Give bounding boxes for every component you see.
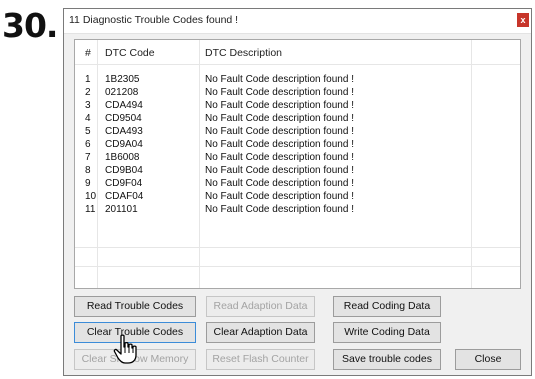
dtc-code: CD9B04	[105, 165, 143, 176]
row-number: 9	[85, 178, 91, 189]
dtc-description: No Fault Code description found !	[205, 152, 354, 163]
dtc-code: CDA494	[105, 100, 143, 111]
step-number: 30.	[2, 6, 58, 45]
dtc-description: No Fault Code description found !	[205, 204, 354, 215]
row-number: 6	[85, 139, 91, 150]
read-trouble-codes-button[interactable]: Read Trouble Codes	[74, 296, 196, 317]
hand-pointer-icon	[113, 334, 137, 364]
row-divider	[75, 247, 520, 248]
dtc-description: No Fault Code description found !	[205, 191, 354, 202]
table-row[interactable]: 6 CD9A04 No Fault Code description found !	[75, 138, 520, 151]
close-icon[interactable]: x	[517, 13, 529, 27]
dtc-code: CDAF04	[105, 191, 144, 202]
dtc-code: CD9F04	[105, 178, 143, 189]
dtc-description: No Fault Code description found !	[205, 139, 354, 150]
read-adaption-data-button[interactable]: Read Adaption Data	[206, 296, 315, 317]
table-row[interactable]: 2 021208 No Fault Code description found !	[75, 86, 520, 99]
dtc-description: No Fault Code description found !	[205, 165, 354, 176]
dtc-description: No Fault Code description found !	[205, 178, 354, 189]
dtc-dialog: 11 Diagnostic Trouble Codes found ! x # …	[63, 8, 532, 376]
row-number: 2	[85, 87, 91, 98]
dtc-description: No Fault Code description found !	[205, 100, 354, 111]
row-number: 7	[85, 152, 91, 163]
row-number: 4	[85, 113, 91, 124]
table-row[interactable]: 7 1B6008 No Fault Code description found !	[75, 151, 520, 164]
table-row[interactable]: 1 1B2305 No Fault Code description found !	[75, 73, 520, 86]
save-trouble-codes-button[interactable]: Save trouble codes	[333, 349, 441, 370]
write-coding-data-button[interactable]: Write Coding Data	[333, 322, 441, 343]
table-row[interactable]: 8 CD9B04 No Fault Code description found !	[75, 164, 520, 177]
row-number: 1	[85, 74, 91, 85]
reset-flash-counter-button[interactable]: Reset Flash Counter	[206, 349, 315, 370]
title-bar: 11 Diagnostic Trouble Codes found ! x	[64, 9, 531, 34]
dtc-code: 201101	[105, 204, 138, 215]
dtc-code: 021208	[105, 87, 139, 98]
read-coding-data-button[interactable]: Read Coding Data	[333, 296, 441, 317]
dtc-code: 1B2305	[105, 74, 140, 85]
table-row[interactable]: 5 CDA493 No Fault Code description found !	[75, 125, 520, 138]
table-row[interactable]: 3 CDA494 No Fault Code description found !	[75, 99, 520, 112]
row-number: 5	[85, 126, 91, 137]
column-header-dtc-description[interactable]: DTC Description	[205, 47, 282, 59]
header-divider	[75, 64, 520, 65]
dtc-description: No Fault Code description found !	[205, 87, 354, 98]
dtc-description: No Fault Code description found !	[205, 113, 354, 124]
dtc-code: CD9A04	[105, 139, 143, 150]
row-number: 11	[85, 204, 96, 215]
row-number: 10	[85, 191, 97, 202]
dtc-code: 1B6008	[105, 152, 140, 163]
dtc-description: No Fault Code description found !	[205, 126, 354, 137]
window-title: 11 Diagnostic Trouble Codes found !	[69, 14, 239, 26]
close-button[interactable]: Close	[455, 349, 521, 370]
dtc-description: No Fault Code description found !	[205, 74, 354, 85]
dtc-code: CD9504	[105, 113, 142, 124]
table-row[interactable]: 11 201101 No Fault Code description found …	[75, 203, 520, 216]
column-header-number[interactable]: #	[85, 47, 91, 59]
table-row[interactable]: 9 CD9F04 No Fault Code description found !	[75, 177, 520, 190]
row-divider	[75, 266, 520, 267]
clear-adaption-data-button[interactable]: Clear Adaption Data	[206, 322, 315, 343]
dtc-list[interactable]: # DTC Code DTC Description 1 1B2305 No Fau…	[74, 39, 521, 289]
column-header-dtc-code[interactable]: DTC Code	[105, 47, 155, 59]
dtc-code: CDA493	[105, 126, 143, 137]
table-row[interactable]: 10 CDAF04 No Fault Code description found …	[75, 190, 520, 203]
table-row[interactable]: 4 CD9504 No Fault Code description found !	[75, 112, 520, 125]
row-number: 8	[85, 165, 91, 176]
row-number: 3	[85, 100, 91, 111]
